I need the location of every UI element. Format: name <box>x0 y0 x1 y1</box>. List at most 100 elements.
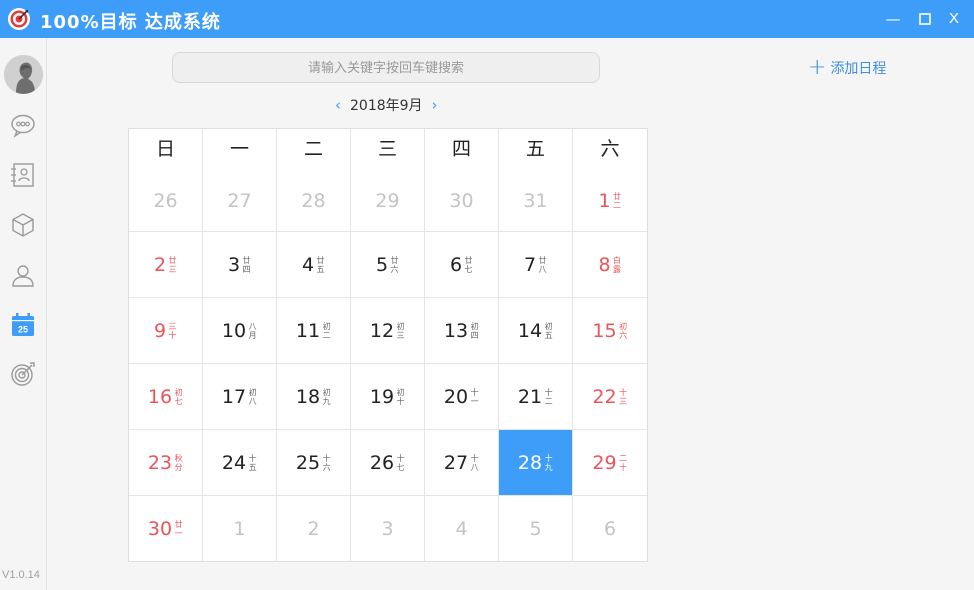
day-cell[interactable]: 1 <box>203 496 277 561</box>
calendar-body: 26 27 28 29 30 31 1 廿二 2 廿三 3 廿四 4 廿五 5 廿六 6 廿七 7 廿八 8 白露 9 三十 1… <box>129 171 647 561</box>
day-cell[interactable]: 5 <box>499 496 573 561</box>
lunar-date: 廿五 <box>316 255 325 274</box>
day-number: 4 <box>455 517 468 540</box>
week-row: 30 廿一 1 2 3 4 5 6 <box>129 495 647 561</box>
day-cell[interactable]: 13 初四 <box>425 298 499 363</box>
day-number: 10 <box>221 319 247 342</box>
day-cell[interactable]: 16 初七 <box>129 364 203 429</box>
day-number: 22 <box>592 385 617 408</box>
day-cell[interactable]: 15 初六 <box>573 298 647 363</box>
prev-month-chevron-icon[interactable]: ‹ <box>332 96 344 114</box>
month-label: 2018年9月 <box>350 98 423 114</box>
lunar-date: 廿六 <box>390 255 399 274</box>
target-icon[interactable] <box>9 360 37 388</box>
day-cell[interactable]: 2 廿三 <box>129 232 203 297</box>
calendar-icon[interactable]: 25 <box>9 311 37 339</box>
minimize-button[interactable]: — <box>880 6 906 32</box>
add-schedule-button[interactable]: + 添加日程 <box>808 57 886 79</box>
user-avatar-icon <box>4 55 43 94</box>
day-number: 6 <box>603 517 617 540</box>
day-number: 28 <box>301 190 326 212</box>
day-number: 19 <box>369 385 395 408</box>
day-cell[interactable]: 25 十六 <box>277 430 351 495</box>
lunar-date: 初四 <box>470 321 479 340</box>
day-cell[interactable]: 3 <box>351 496 425 561</box>
day-number: 2 <box>153 253 167 276</box>
day-cell[interactable]: 9 三十 <box>129 298 203 363</box>
day-cell[interactable]: 30 <box>425 171 499 231</box>
day-cell[interactable]: 6 廿七 <box>425 232 499 297</box>
next-month-chevron-icon[interactable]: › <box>429 96 441 114</box>
week-row: 9 三十 10 八月 11 初二 12 初三 13 初四 14 初五 15 初六 <box>129 297 647 363</box>
day-cell[interactable]: 21 十二 <box>499 364 573 429</box>
chat-bubble-icon[interactable] <box>9 111 37 139</box>
day-cell[interactable]: 10 八月 <box>203 298 277 363</box>
day-cell[interactable]: 29 二十 <box>573 430 647 495</box>
day-number: 6 <box>449 253 463 276</box>
day-cell[interactable]: 2 <box>277 496 351 561</box>
close-button[interactable]: X <box>941 6 967 32</box>
day-cell[interactable]: 4 <box>425 496 499 561</box>
day-cell[interactable]: 1 廿二 <box>573 171 647 231</box>
day-cell[interactable]: 31 <box>499 171 573 231</box>
day-cell[interactable]: 29 <box>351 171 425 231</box>
day-cell[interactable]: 5 廿六 <box>351 232 425 297</box>
day-cell[interactable]: 22 十三 <box>573 364 647 429</box>
day-number: 2 <box>307 517 320 540</box>
day-cell[interactable]: 23 秋分 <box>129 430 203 495</box>
week-row: 16 初七 17 初八 18 初九 19 初十 20 十一 21 十二 22 十三 <box>129 363 647 429</box>
day-number: 24 <box>221 451 247 474</box>
day-cell[interactable]: 27 <box>203 171 277 231</box>
app-title: 100%目标 达成系统 <box>40 12 221 33</box>
add-schedule-label: 添加日程 <box>830 61 887 77</box>
day-cell[interactable]: 18 初九 <box>277 364 351 429</box>
lunar-date: 十二 <box>544 387 553 406</box>
day-cell-selected[interactable]: 28 十九 <box>499 430 573 495</box>
day-cell[interactable]: 14 初五 <box>499 298 573 363</box>
maximize-icon <box>919 13 931 25</box>
week-row: 26 27 28 29 30 31 1 廿二 <box>129 171 647 231</box>
search-input[interactable] <box>172 52 600 83</box>
day-cell[interactable]: 26 <box>129 171 203 231</box>
day-cell[interactable]: 6 <box>573 496 647 561</box>
day-number: 23 <box>147 451 173 474</box>
day-cell[interactable]: 28 <box>277 171 351 231</box>
day-cell[interactable]: 27 十八 <box>425 430 499 495</box>
day-number: 27 <box>227 190 252 212</box>
day-number: 29 <box>375 190 400 212</box>
day-number: 29 <box>592 451 617 474</box>
avatar[interactable] <box>4 55 43 94</box>
day-cell[interactable]: 12 初三 <box>351 298 425 363</box>
user-icon[interactable] <box>9 261 37 289</box>
day-cell[interactable]: 26 十七 <box>351 430 425 495</box>
day-cell[interactable]: 24 十五 <box>203 430 277 495</box>
day-number: 1 <box>598 190 611 212</box>
day-number: 3 <box>381 517 394 540</box>
day-cell[interactable]: 4 廿五 <box>277 232 351 297</box>
lunar-date: 廿三 <box>168 255 177 274</box>
day-number: 1 <box>233 517 246 540</box>
day-cell[interactable]: 3 廿四 <box>203 232 277 297</box>
cube-icon[interactable] <box>9 211 37 239</box>
weekday-label: 日 <box>129 129 203 171</box>
day-cell[interactable]: 11 初二 <box>277 298 351 363</box>
day-cell[interactable]: 7 廿八 <box>499 232 573 297</box>
lunar-date: 秋分 <box>174 453 183 472</box>
day-number: 21 <box>517 385 543 408</box>
day-number: 26 <box>153 190 178 212</box>
day-number: 5 <box>529 517 542 540</box>
sidebar: 25 V1.0.14 <box>0 38 47 590</box>
plus-icon: + <box>808 55 827 80</box>
maximize-button[interactable] <box>912 6 938 32</box>
day-cell[interactable]: 20 十一 <box>425 364 499 429</box>
contact-card-icon[interactable] <box>9 161 37 189</box>
day-number: 30 <box>449 190 474 212</box>
weekday-label: 六 <box>600 138 620 160</box>
day-cell[interactable]: 30 廿一 <box>129 496 203 561</box>
lunar-date: 三十 <box>168 321 177 340</box>
day-cell[interactable]: 17 初八 <box>203 364 277 429</box>
day-number: 11 <box>295 319 321 342</box>
day-cell[interactable]: 19 初十 <box>351 364 425 429</box>
week-row: 2 廿三 3 廿四 4 廿五 5 廿六 6 廿七 7 廿八 8 白露 <box>129 231 647 297</box>
day-cell[interactable]: 8 白露 <box>573 232 647 297</box>
